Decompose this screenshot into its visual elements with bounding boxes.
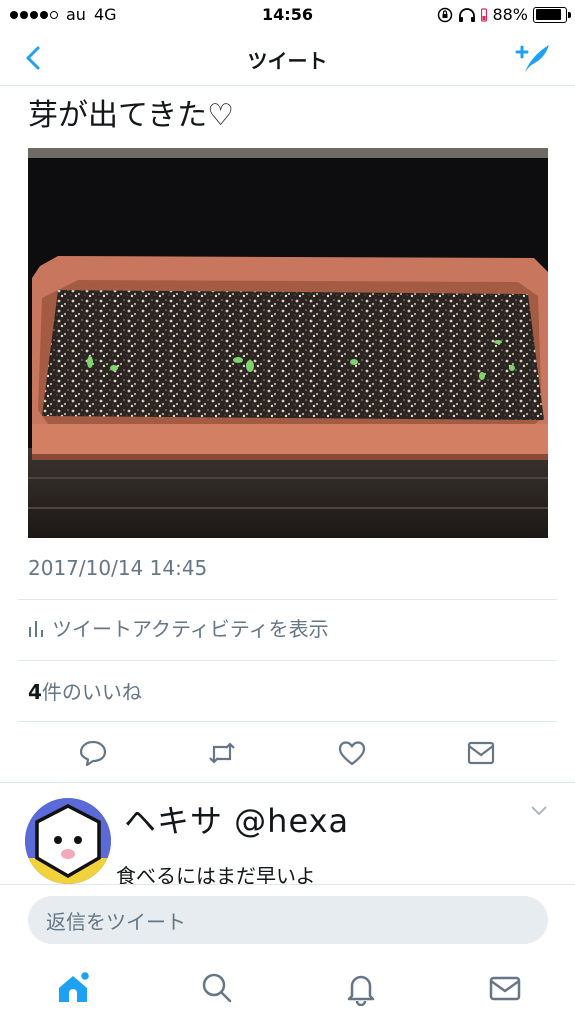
battery-alert-icon: [481, 7, 488, 22]
tweet-timestamp: 2017/10/14 14:45: [28, 556, 208, 580]
reply-icon[interactable]: [78, 738, 108, 768]
headphones-icon: [459, 7, 476, 22]
status-bar: au 4G 14:56 88%: [0, 0, 575, 30]
retweet-icon[interactable]: [207, 738, 237, 768]
bar-chart-icon: [29, 620, 43, 637]
notifications-icon[interactable]: [343, 970, 379, 1006]
compose-tweet-icon[interactable]: [513, 40, 553, 76]
tweet-activity-link[interactable]: ツイートアクティビティを表示: [28, 613, 329, 642]
tweet-photo[interactable]: [28, 148, 548, 538]
likes-count[interactable]: 4件のいいね: [28, 676, 142, 705]
tab-bar: [0, 956, 575, 1024]
divider: [18, 660, 557, 661]
status-right: 88%: [437, 5, 571, 24]
battery-icon: [533, 6, 571, 23]
home-icon[interactable]: [55, 970, 91, 1006]
divider: [18, 721, 557, 722]
page-title: ツイート: [247, 49, 328, 73]
divider: [0, 782, 575, 783]
orientation-lock-icon: [438, 7, 453, 22]
planter-photo-image: [28, 148, 548, 538]
hexagon-character-avatar: [25, 798, 111, 884]
battery-fill: [535, 9, 562, 20]
activity-label: ツイートアクティビティを表示: [52, 617, 329, 641]
likes-number: 4: [28, 680, 42, 704]
battery-percent: 88%: [492, 5, 528, 24]
like-icon[interactable]: [337, 738, 367, 768]
chevron-down-icon[interactable]: [529, 804, 549, 818]
nav-bar: ツイート: [0, 30, 575, 86]
search-icon[interactable]: [199, 970, 235, 1006]
likes-label: 件のいいね: [41, 680, 142, 704]
tweet-text: 芽が出てきた♡: [28, 98, 234, 133]
reply-author-name[interactable]: ヘキサ @hexa: [124, 796, 349, 842]
messages-icon[interactable]: [487, 970, 523, 1006]
tweet-action-bar: [0, 730, 575, 774]
dm-icon[interactable]: [466, 738, 496, 768]
reply-input[interactable]: 返信をツイート: [28, 896, 548, 944]
avatar[interactable]: [25, 798, 111, 884]
divider: [18, 599, 557, 600]
